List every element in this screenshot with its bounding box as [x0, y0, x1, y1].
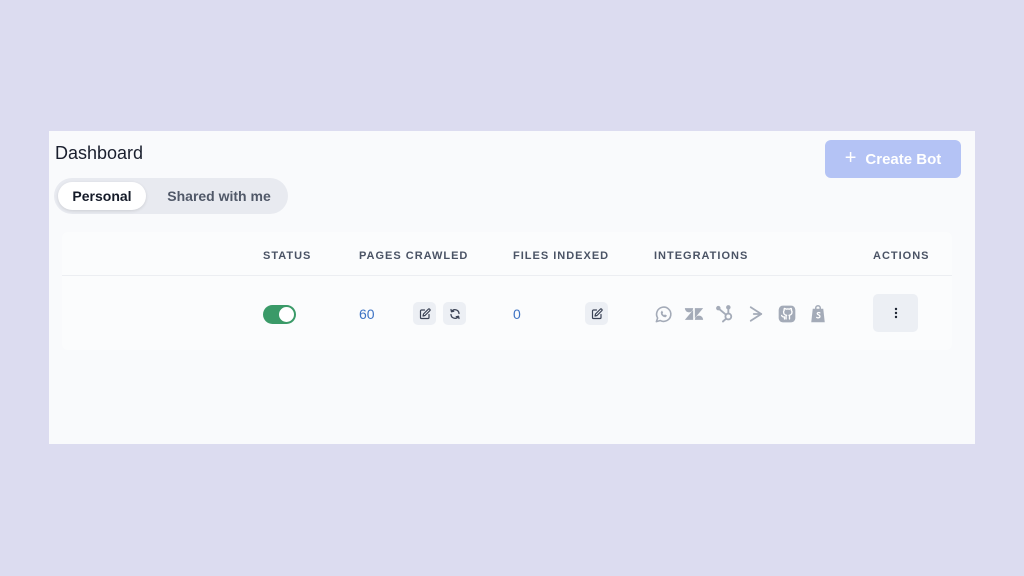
refresh-icon — [449, 308, 460, 319]
column-header-integrations: INTEGRATIONS — [654, 250, 749, 262]
edit-files-button[interactable] — [585, 302, 608, 325]
recrawl-button[interactable] — [443, 302, 466, 325]
bots-table: STATUS PAGES CRAWLED FILES INDEXED INTEG… — [62, 232, 952, 350]
tab-shared-with-me[interactable]: Shared with me — [154, 182, 284, 210]
status-toggle[interactable] — [263, 305, 296, 324]
table-row: 60 0 — [62, 276, 952, 349]
column-header-actions: ACTIONS — [873, 250, 930, 262]
plus-icon: + — [844, 147, 857, 169]
tab-personal[interactable]: Personal — [58, 182, 146, 210]
toggle-knob — [279, 307, 294, 322]
create-bot-button[interactable]: + Create Bot — [825, 140, 961, 178]
hubspot-icon[interactable] — [715, 304, 735, 324]
column-header-pages-crawled: PAGES CRAWLED — [359, 250, 469, 262]
create-bot-label: Create Bot — [865, 150, 942, 168]
row-actions-button[interactable] — [873, 294, 918, 332]
page-title: Dashboard — [55, 143, 144, 163]
more-vertical-icon — [894, 307, 897, 319]
pages-crawled-count[interactable]: 60 — [359, 306, 375, 322]
tab-switcher: Personal Shared with me — [54, 178, 288, 214]
column-header-files-indexed: FILES INDEXED — [513, 250, 610, 262]
edit-icon — [591, 307, 603, 319]
dashboard-panel: Dashboard + Create Bot Personal Shared w… — [49, 131, 975, 444]
edit-pages-button[interactable] — [413, 302, 436, 325]
column-header-status: STATUS — [263, 250, 312, 262]
files-indexed-count[interactable]: 0 — [513, 306, 521, 322]
edit-icon — [419, 307, 431, 319]
intercom-icon[interactable] — [746, 304, 766, 324]
shopify-icon[interactable] — [808, 304, 828, 324]
github-icon[interactable] — [777, 304, 797, 324]
whatsapp-icon[interactable] — [653, 304, 673, 324]
zendesk-icon[interactable] — [684, 304, 704, 324]
